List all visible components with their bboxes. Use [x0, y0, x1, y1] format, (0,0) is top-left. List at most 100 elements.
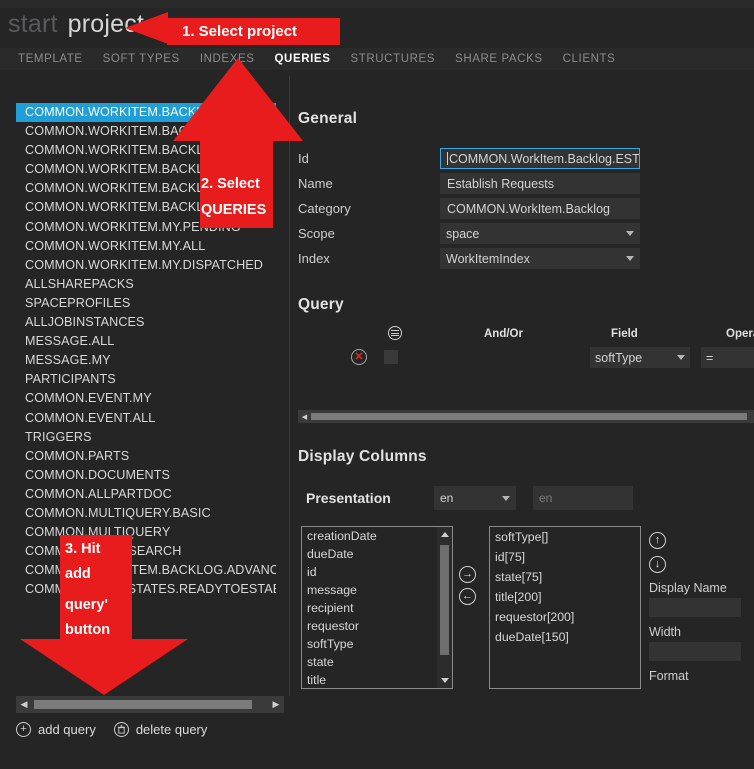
- move-up-button[interactable]: ↑: [649, 532, 666, 549]
- delete-query-button[interactable]: delete query: [113, 722, 207, 737]
- nav-tab-template[interactable]: TEMPLATE: [8, 48, 93, 70]
- available-column-item[interactable]: message: [302, 581, 452, 599]
- trash-glyph: [117, 725, 125, 734]
- available-column-item[interactable]: state: [302, 653, 452, 671]
- hscroll-track[interactable]: [32, 696, 268, 713]
- nav-tab-queries[interactable]: QUERIES: [265, 48, 341, 70]
- query-list[interactable]: COMMON.WORKITEM.BACKLOG.ESTREQ COMMON.WOR…: [16, 103, 281, 693]
- query-list-item[interactable]: COMMON.MULTIQUERY: [16, 523, 281, 542]
- presentation-text-input[interactable]: en: [533, 486, 633, 510]
- query-list-item[interactable]: TRIGGERS: [16, 428, 281, 447]
- query-list-item[interactable]: COMMON.WORKITEM.BACKLOG.ESTREQ: [16, 103, 281, 123]
- general-label-category: Category: [298, 201, 351, 216]
- row-menu-icon[interactable]: [388, 326, 402, 340]
- condition-field-select[interactable]: softType: [590, 347, 690, 368]
- query-list-item[interactable]: COMMON.MULTIQUERY.BASIC: [16, 504, 281, 523]
- display-columns-title: Display Columns: [298, 448, 427, 465]
- selected-column-item[interactable]: softType[]: [490, 527, 640, 547]
- query-list-vscrollbar[interactable]: [276, 103, 281, 693]
- available-scroll-thumb[interactable]: [440, 545, 449, 655]
- general-input-id[interactable]: COMMON.WorkItem.Backlog.ESTRE: [440, 148, 640, 169]
- general-input-category[interactable]: COMMON.WorkItem.Backlog: [440, 198, 640, 219]
- query-hscroll-thumb[interactable]: [311, 413, 747, 420]
- chevron-down-icon: [502, 495, 510, 501]
- query-list-item[interactable]: PARTICIPANTS: [16, 370, 281, 389]
- available-column-item[interactable]: softType: [302, 635, 452, 653]
- app-brand: start project: [8, 10, 144, 39]
- nav-tab-indexes[interactable]: INDEXES: [190, 48, 265, 70]
- selected-columns-items: softType[] id[75] state[75] title[200] reque…: [490, 527, 640, 647]
- general-select-scope[interactable]: space: [440, 223, 640, 244]
- query-list-item[interactable]: COMMON.WORKITEM.BACKLOG.ALL: [16, 198, 281, 217]
- selected-column-item[interactable]: dueDate[150]: [490, 627, 640, 647]
- available-columns-scrollbar[interactable]: [437, 527, 452, 688]
- condition-checkbox[interactable]: [384, 350, 398, 364]
- remove-column-button[interactable]: ←: [459, 588, 476, 605]
- column-header-operator: Opera: [726, 328, 754, 340]
- column-header-field: Field: [611, 328, 638, 340]
- selected-column-item[interactable]: title[200]: [490, 587, 640, 607]
- query-list-item[interactable]: COMMON.QUICKSEARCH: [16, 542, 281, 561]
- condition-operator-select[interactable]: =: [701, 347, 754, 368]
- available-column-item[interactable]: id: [302, 563, 452, 581]
- add-column-button[interactable]: →: [459, 566, 476, 583]
- presentation-label: Presentation: [306, 490, 391, 506]
- selected-column-item[interactable]: id[75]: [490, 547, 640, 567]
- query-list-item[interactable]: COMMON.ALLPARTDOC: [16, 485, 281, 504]
- selected-column-item[interactable]: requestor[200]: [490, 607, 640, 627]
- query-list-item[interactable]: COMMON.WORKITEM.MY.PENDING: [16, 218, 281, 237]
- query-list-item[interactable]: COMMON.WORKITEM.BACKLOG.ACTIVE: [16, 179, 281, 198]
- query-list-item[interactable]: MESSAGE.ALL: [16, 332, 281, 351]
- query-list-item[interactable]: COMMON.WORKITEM.BACKLOG.READY: [16, 122, 281, 141]
- query-table-header: And/Or Field Opera: [298, 324, 754, 346]
- delete-condition-icon[interactable]: ✕: [351, 349, 367, 365]
- query-hscroll-left-arrow-icon[interactable]: ◀: [298, 410, 311, 423]
- query-list-item[interactable]: ALLJOBINSTANCES: [16, 313, 281, 332]
- query-list-item[interactable]: SPACEPROFILES: [16, 294, 281, 313]
- available-column-item[interactable]: dueDate: [302, 545, 452, 563]
- query-list-item[interactable]: COMMON.WORKITEM.BACKLOG.ADVANCED: [16, 561, 281, 580]
- query-list-item[interactable]: COMMON.EVENT.ALL: [16, 409, 281, 428]
- transfer-buttons: → ←: [459, 566, 476, 605]
- selected-columns-list[interactable]: softType[] id[75] state[75] title[200] reque…: [489, 526, 641, 689]
- locale-select[interactable]: en: [434, 486, 516, 510]
- width-label: Width: [649, 625, 681, 639]
- nav-tab-share-packs[interactable]: SHARE PACKS: [445, 48, 553, 70]
- hscroll-thumb[interactable]: [34, 700, 252, 709]
- nav-tab-soft-types[interactable]: SOFT TYPES: [93, 48, 190, 70]
- general-select-index[interactable]: WorkItemIndex: [440, 248, 640, 269]
- query-table-hscrollbar[interactable]: ◀: [298, 410, 754, 423]
- available-columns-list[interactable]: creationDate dueDate id message recipient req…: [301, 526, 453, 689]
- query-list-item[interactable]: COMMON.EVENT.MY: [16, 389, 281, 408]
- selected-column-item[interactable]: state[75]: [490, 567, 640, 587]
- scroll-up-arrow-icon[interactable]: [437, 527, 452, 542]
- query-list-item[interactable]: COMMON.WORKITEM.MY.DISPATCHED: [16, 256, 281, 275]
- general-input-name[interactable]: Establish Requests: [440, 173, 640, 194]
- query-list-hscrollbar[interactable]: ◀ ▶: [16, 696, 284, 713]
- query-list-item[interactable]: COMMON.LEVELSTATES.READYTOESTABLISH: [16, 580, 281, 599]
- add-query-button[interactable]: + add query: [16, 722, 96, 737]
- query-list-item[interactable]: COMMON.PARTS: [16, 447, 281, 466]
- query-list-item[interactable]: ALLSHAREPACKS: [16, 275, 281, 294]
- nav-tab-clients[interactable]: CLIENTS: [553, 48, 626, 70]
- available-column-item[interactable]: recipient: [302, 599, 452, 617]
- hscroll-right-arrow-icon[interactable]: ▶: [268, 696, 284, 713]
- query-list-item[interactable]: COMMON.DOCUMENTS: [16, 466, 281, 485]
- query-list-item[interactable]: COMMON.WORKITEM.BACKLOG.DONE: [16, 160, 281, 179]
- width-input[interactable]: [649, 642, 741, 661]
- hscroll-left-arrow-icon[interactable]: ◀: [16, 696, 32, 713]
- query-list-item[interactable]: COMMON.WORKITEM.BACKLOG.WIP: [16, 141, 281, 160]
- nav-tab-structures[interactable]: STRUCTURES: [340, 48, 445, 70]
- available-column-item[interactable]: creationDate: [302, 527, 452, 545]
- general-value-category: COMMON.WorkItem.Backlog: [447, 202, 610, 216]
- available-column-item[interactable]: title: [302, 671, 452, 688]
- query-list-item[interactable]: MESSAGE.MY: [16, 351, 281, 370]
- query-list-item[interactable]: COMMON.WORKITEM.MY.ALL: [16, 237, 281, 256]
- scroll-down-arrow-icon[interactable]: [437, 673, 452, 688]
- general-label-id: Id: [298, 151, 309, 166]
- query-condition-row: ✕ softType =: [298, 346, 754, 374]
- move-down-button[interactable]: ↓: [649, 556, 666, 573]
- display-columns-section: Display Columns Presentation en en creat…: [298, 448, 754, 689]
- display-name-input[interactable]: [649, 598, 741, 617]
- available-column-item[interactable]: requestor: [302, 617, 452, 635]
